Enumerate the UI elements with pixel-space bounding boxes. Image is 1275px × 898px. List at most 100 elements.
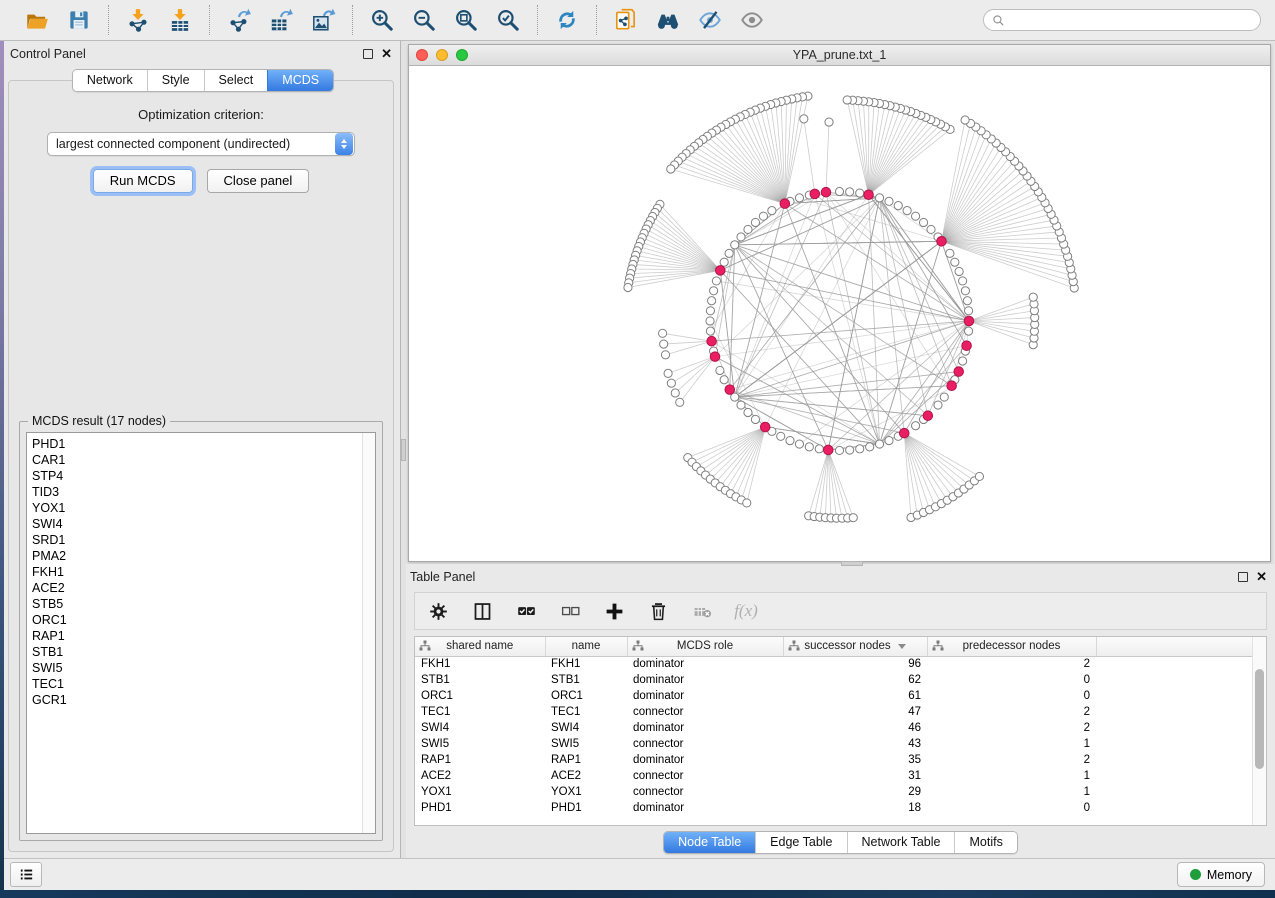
task-history-button[interactable]: [10, 862, 42, 887]
run-mcds-button[interactable]: Run MCDS: [93, 169, 193, 193]
graph-node[interactable]: [725, 249, 733, 257]
table-scrollbar-thumb[interactable]: [1255, 669, 1264, 769]
mcds-result-item[interactable]: YOX1: [32, 500, 362, 516]
graph-node[interactable]: [815, 445, 823, 453]
graph-node[interactable]: [805, 443, 813, 451]
optimization-criterion-select[interactable]: largest connected component (undirected): [47, 132, 355, 156]
cell-MCDS-role[interactable]: dominator: [627, 800, 783, 816]
network-graph[interactable]: [409, 66, 1270, 561]
refresh-view-button[interactable]: [546, 4, 588, 36]
cell-predecessor-nodes[interactable]: 1: [927, 784, 1096, 800]
graph-node[interactable]: [946, 249, 954, 257]
mcds-result-item[interactable]: TEC1: [32, 676, 362, 692]
graph-node[interactable]: [751, 415, 759, 423]
graph-node[interactable]: [951, 258, 959, 266]
cell-MCDS-role[interactable]: dominator: [627, 720, 783, 736]
column-header-name[interactable]: name: [545, 637, 627, 656]
mcds-result-item[interactable]: GCR1: [32, 692, 362, 708]
mcds-result-item[interactable]: ACE2: [32, 580, 362, 596]
mcds-result-item[interactable]: TID3: [32, 484, 362, 500]
tab-select[interactable]: Select: [204, 70, 268, 91]
cell-name[interactable]: SWI4: [545, 720, 627, 736]
select-all-button[interactable]: [513, 597, 539, 625]
splitter-grip[interactable]: [401, 439, 406, 461]
cell-shared-name[interactable]: TEC1: [415, 704, 545, 720]
cell-successor-nodes[interactable]: 29: [783, 784, 927, 800]
cell-predecessor-nodes[interactable]: 0: [927, 800, 1096, 816]
cell-predecessor-nodes[interactable]: 2: [927, 704, 1096, 720]
graph-node[interactable]: [706, 307, 714, 315]
cell-name[interactable]: PHD1: [545, 800, 627, 816]
graph-node[interactable]: [800, 115, 808, 123]
graph-node[interactable]: [795, 440, 803, 448]
export-table-button[interactable]: [260, 4, 302, 36]
graph-node[interactable]: [927, 225, 935, 233]
graph-node[interactable]: [751, 218, 759, 226]
export-network-button[interactable]: [218, 4, 260, 36]
graph-node[interactable]: [744, 225, 752, 233]
tab-network[interactable]: Network: [73, 70, 147, 91]
cell-shared-name[interactable]: RAP1: [415, 752, 545, 768]
cell-MCDS-role[interactable]: dominator: [627, 672, 783, 688]
mcds-result-item[interactable]: FKH1: [32, 564, 362, 580]
mcds-result-item[interactable]: PHD1: [32, 436, 362, 452]
network-search-button[interactable]: [647, 4, 689, 36]
graph-node[interactable]: [743, 499, 751, 507]
function-builder-button[interactable]: f(x): [733, 597, 759, 625]
graph-node[interactable]: [710, 287, 718, 295]
graph-node[interactable]: [912, 422, 920, 430]
table-row[interactable]: FKH1FKH1dominator962: [415, 656, 1252, 672]
graph-node[interactable]: [671, 389, 679, 397]
table-row[interactable]: SWI5SWI5connector431: [415, 736, 1252, 752]
cell-MCDS-role[interactable]: connector: [627, 784, 783, 800]
graph-hub-node[interactable]: [923, 411, 933, 421]
cell-successor-nodes[interactable]: 47: [783, 704, 927, 720]
cell-predecessor-nodes[interactable]: 0: [927, 688, 1096, 704]
cell-shared-name[interactable]: SWI4: [415, 720, 545, 736]
close-panel-button[interactable]: Close panel: [207, 169, 310, 193]
cell-shared-name[interactable]: FKH1: [415, 656, 545, 672]
mcds-result-item[interactable]: RAP1: [32, 628, 362, 644]
graph-node[interactable]: [624, 283, 632, 291]
graph-node[interactable]: [731, 241, 739, 249]
zoom-out-button[interactable]: [403, 4, 445, 36]
graph-node[interactable]: [676, 398, 684, 406]
graph-node[interactable]: [795, 194, 803, 202]
graph-node[interactable]: [708, 297, 716, 305]
graph-node[interactable]: [964, 327, 972, 335]
graph-node[interactable]: [964, 307, 972, 315]
mcds-result-item[interactable]: PMA2: [32, 548, 362, 564]
graph-node[interactable]: [846, 188, 854, 196]
share-document-button[interactable]: [605, 4, 647, 36]
cell-successor-nodes[interactable]: 96: [783, 656, 927, 672]
graph-node[interactable]: [759, 212, 767, 220]
cell-MCDS-role[interactable]: dominator: [627, 688, 783, 704]
delete-column-button[interactable]: [645, 597, 671, 625]
cell-MCDS-role[interactable]: connector: [627, 704, 783, 720]
graph-hub-node[interactable]: [947, 381, 957, 391]
float-panel-icon[interactable]: [363, 49, 373, 59]
delete-table-button[interactable]: [689, 597, 715, 625]
cell-name[interactable]: ACE2: [545, 768, 627, 784]
column-header-successor-nodes[interactable]: successor nodes: [783, 637, 927, 656]
graph-hub-node[interactable]: [964, 316, 974, 326]
cell-successor-nodes[interactable]: 46: [783, 720, 927, 736]
graph-node[interactable]: [843, 96, 851, 104]
graph-hub-node[interactable]: [899, 428, 909, 438]
graph-node[interactable]: [659, 329, 667, 337]
graph-node[interactable]: [667, 165, 675, 173]
graph-node[interactable]: [768, 207, 776, 215]
graph-node[interactable]: [706, 317, 714, 325]
graph-node[interactable]: [720, 376, 728, 384]
tab-motifs[interactable]: Motifs: [954, 832, 1016, 853]
search-field[interactable]: [983, 9, 1261, 31]
graph-node[interactable]: [959, 277, 967, 285]
table-row[interactable]: TEC1TEC1connector472: [415, 704, 1252, 720]
mcds-result-list[interactable]: PHD1CAR1STP4TID3YOX1SWI4SRD1PMA2FKH1ACE2…: [27, 433, 362, 833]
table-row[interactable]: ORC1ORC1dominator610: [415, 688, 1252, 704]
table-row[interactable]: ACE2ACE2connector311: [415, 768, 1252, 784]
graph-node[interactable]: [934, 401, 942, 409]
cell-successor-nodes[interactable]: 43: [783, 736, 927, 752]
graph-node[interactable]: [712, 277, 720, 285]
graph-hub-node[interactable]: [725, 385, 735, 395]
